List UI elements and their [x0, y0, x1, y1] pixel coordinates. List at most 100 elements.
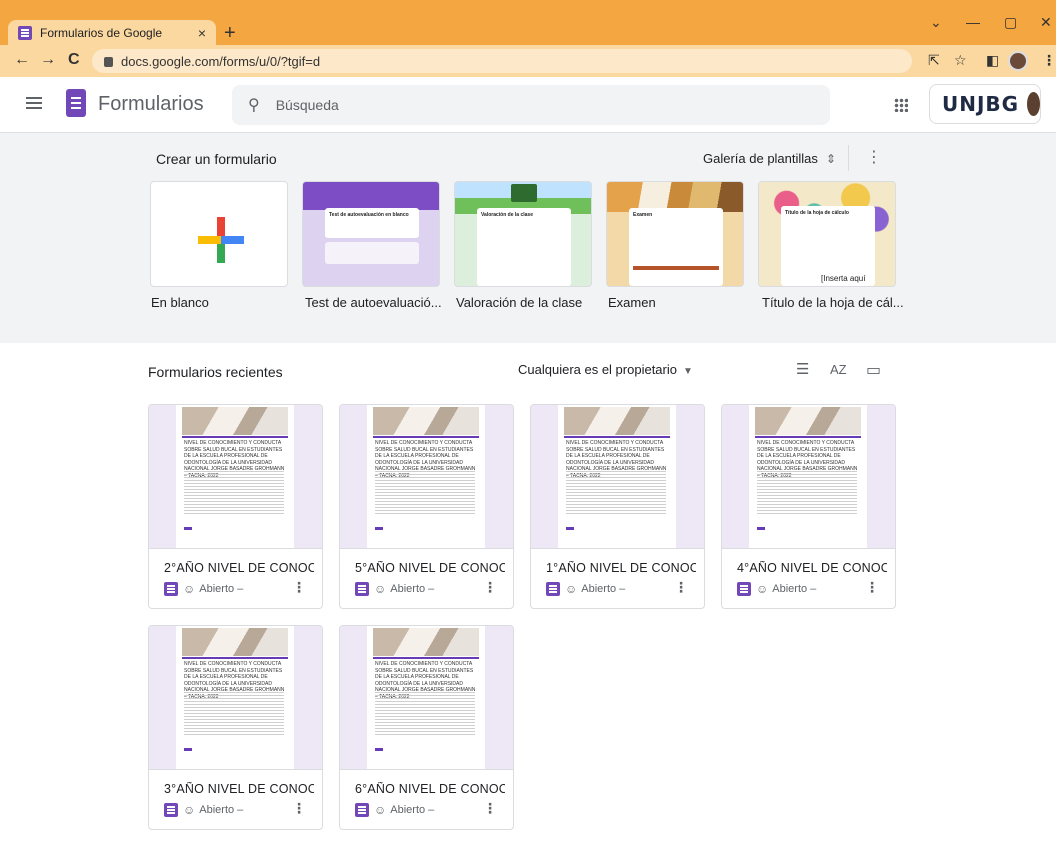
form-status: Abierto –	[772, 583, 817, 595]
search-bar[interactable]: ⚲	[232, 85, 830, 125]
form-title: 5°AÑO NIVEL DE CONOCI...	[355, 561, 505, 575]
form-status: Abierto –	[390, 804, 435, 816]
form-thumbnail: NIVEL DE CONOCIMIENTO Y CONDUCTA SOBRE S…	[722, 405, 895, 549]
tab-search-icon[interactable]: ⌄	[930, 14, 942, 31]
template-mini-title: Test de autoevaluación en blanco	[325, 208, 419, 238]
share-icon[interactable]: ⇱	[928, 52, 940, 69]
address-bar[interactable]: docs.google.com/forms/u/0/?tgif=d	[92, 49, 912, 73]
form-more-icon[interactable]: ⋮	[483, 800, 497, 817]
recent-form-card[interactable]: NIVEL DE CONOCIMIENTO Y CONDUCTA SOBRE S…	[530, 404, 705, 609]
template-gallery: Crear un formulario Galería de plantilla…	[0, 133, 1056, 343]
recent-form-card[interactable]: NIVEL DE CONOCIMIENTO Y CONDUCTA SOBRE S…	[148, 625, 323, 830]
template-gallery-button[interactable]: Galería de plantillas ⇕	[703, 151, 836, 166]
template-class-review[interactable]: Valoración de la clase	[454, 181, 592, 287]
shared-people-icon: ☺	[183, 803, 196, 817]
shared-people-icon: ☺	[565, 582, 578, 596]
profile-avatar[interactable]	[1008, 51, 1028, 71]
template-mini-title: Valoración de la clase	[477, 208, 571, 286]
template-self-assessment[interactable]: Test de autoevaluación en blanco	[302, 181, 440, 287]
template-label: En blanco	[151, 295, 209, 310]
browser-tab[interactable]: Formularios de Google ×	[8, 20, 216, 46]
form-status: Abierto –	[581, 583, 626, 595]
caret-down-icon: ▼	[682, 366, 693, 377]
sort-az-icon[interactable]: AZ	[830, 362, 847, 377]
recent-form-card[interactable]: NIVEL DE CONOCIMIENTO Y CONDUCTA SOBRE S…	[339, 625, 514, 830]
template-label: Valoración de la clase	[456, 295, 583, 310]
form-status: Abierto –	[199, 804, 244, 816]
forward-icon[interactable]: →	[40, 51, 56, 69]
header-image	[182, 407, 288, 435]
create-form-title: Crear un formulario	[156, 151, 277, 167]
forms-icon	[737, 582, 751, 596]
minimize-icon[interactable]: —	[966, 14, 980, 30]
forms-logo-icon[interactable]	[66, 89, 86, 117]
tab-title: Formularios de Google	[40, 26, 163, 40]
browser-tab-bar: Formularios de Google × + ⌄ — ▢ ✕	[0, 0, 1056, 46]
recent-forms-title: Formularios recientes	[148, 364, 283, 380]
forms-icon	[355, 582, 369, 596]
gallery-more-icon[interactable]: ⋮	[866, 147, 882, 167]
bookmark-star-icon[interactable]: ☆	[954, 52, 967, 69]
form-more-icon[interactable]: ⋮	[483, 579, 497, 596]
google-apps-icon[interactable]	[894, 98, 908, 112]
recent-form-card[interactable]: NIVEL DE CONOCIMIENTO Y CONDUCTA SOBRE S…	[721, 404, 896, 609]
form-title: 3°AÑO NIVEL DE CONOCI...	[164, 782, 314, 796]
form-status: Abierto –	[390, 583, 435, 595]
header-image	[373, 628, 479, 656]
template-mini-title: Examen	[629, 208, 723, 286]
close-window-icon[interactable]: ✕	[1040, 14, 1052, 31]
new-tab-icon[interactable]: +	[224, 22, 236, 45]
form-thumbnail: NIVEL DE CONOCIMIENTO Y CONDUCTA SOBRE S…	[340, 626, 513, 770]
list-view-icon[interactable]: ☰	[796, 360, 809, 378]
side-panel-icon[interactable]: ◧	[986, 52, 999, 69]
form-title: 4°AÑO NIVEL DE CONOCI...	[737, 561, 887, 575]
template-insert-text: [Inserta aquí	[821, 274, 866, 283]
form-title: 6°AÑO NIVEL DE CONOCI...	[355, 782, 505, 796]
form-more-icon[interactable]: ⋮	[292, 579, 306, 596]
org-logo-text: UNJBG	[942, 92, 1020, 116]
form-thumbnail: NIVEL DE CONOCIMIENTO Y CONDUCTA SOBRE S…	[531, 405, 704, 549]
form-thumbnail: NIVEL DE CONOCIMIENTO Y CONDUCTA SOBRE S…	[340, 405, 513, 549]
shared-people-icon: ☺	[183, 582, 196, 596]
url-text: docs.google.com/forms/u/0/?tgif=d	[121, 53, 321, 69]
maximize-icon[interactable]: ▢	[1004, 14, 1017, 31]
template-gallery-label: Galería de plantillas	[703, 151, 818, 166]
form-thumbnail: NIVEL DE CONOCIMIENTO Y CONDUCTA SOBRE S…	[149, 626, 322, 770]
recent-form-card[interactable]: NIVEL DE CONOCIMIENTO Y CONDUCTA SOBRE S…	[339, 404, 514, 609]
header-image	[755, 407, 861, 435]
form-more-icon[interactable]: ⋮	[865, 579, 879, 596]
template-label: Test de autoevaluació...	[305, 295, 442, 310]
recent-form-card[interactable]: NIVEL DE CONOCIMIENTO Y CONDUCTA SOBRE S…	[148, 404, 323, 609]
browser-menu-icon[interactable]: ⋮	[1042, 52, 1056, 69]
template-exam[interactable]: Examen	[606, 181, 744, 287]
form-more-icon[interactable]: ⋮	[674, 579, 688, 596]
search-input[interactable]	[275, 97, 776, 113]
form-title: 2°AÑO NIVEL DE CONOCI...	[164, 561, 314, 575]
shared-people-icon: ☺	[374, 582, 387, 596]
owner-filter-dropdown[interactable]: Cualquiera es el propietario ▼	[518, 362, 693, 377]
main-menu-icon[interactable]	[26, 97, 42, 109]
template-blank[interactable]	[150, 181, 288, 287]
app-title[interactable]: Formularios	[98, 93, 204, 116]
unfold-icon: ⇕	[825, 152, 836, 166]
forms-icon	[164, 582, 178, 596]
forms-icon	[546, 582, 560, 596]
template-label: Examen	[608, 295, 656, 310]
search-icon[interactable]: ⚲	[248, 95, 260, 115]
folder-icon[interactable]: ▭	[866, 360, 881, 380]
account-button[interactable]: UNJBG	[929, 84, 1041, 124]
reload-icon[interactable]: C	[68, 51, 80, 69]
form-more-icon[interactable]: ⋮	[292, 800, 306, 817]
form-status: Abierto –	[199, 583, 244, 595]
forms-icon	[355, 803, 369, 817]
forms-favicon-icon	[18, 26, 32, 40]
avatar	[1027, 92, 1040, 116]
tab-close-icon[interactable]: ×	[198, 25, 206, 41]
header-image	[373, 407, 479, 435]
header-image	[182, 628, 288, 656]
plus-icon	[198, 217, 244, 263]
header-image	[564, 407, 670, 435]
back-icon[interactable]: ←	[14, 51, 30, 69]
template-label: Título de la hoja de cál...	[762, 295, 904, 310]
template-spreadsheet-title[interactable]: Título de la hoja de cálculo [Inserta aq…	[758, 181, 896, 287]
